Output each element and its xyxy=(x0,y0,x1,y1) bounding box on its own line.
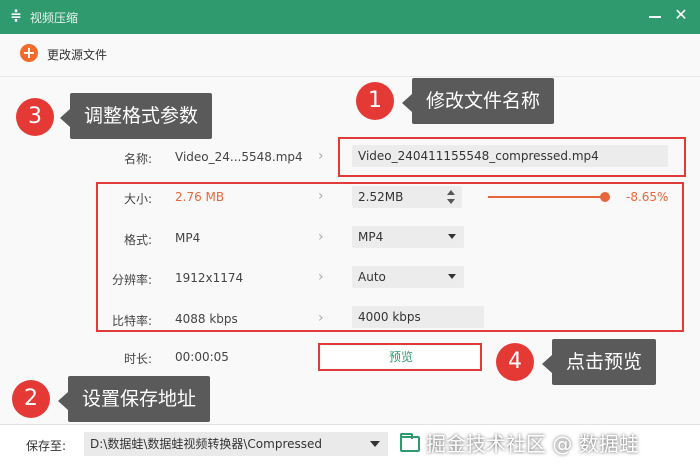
save-path-select[interactable]: D:\数据蛙\数据蛙视频转换器\Compressed xyxy=(84,432,388,456)
duration-value: 00:00:05 xyxy=(175,350,229,364)
chevron-right-icon: › xyxy=(318,148,324,164)
callout-rename: 修改文件名称 xyxy=(412,78,555,124)
highlight-format-params xyxy=(96,182,684,332)
save-to-label: 保存至: xyxy=(26,439,67,453)
minimize-icon[interactable] xyxy=(645,6,665,26)
duration-label: 时长: xyxy=(123,352,152,366)
step-badge-2: 2 xyxy=(12,380,50,418)
callout-save-path: 设置保存地址 xyxy=(68,376,211,422)
callout-arrow xyxy=(58,392,68,410)
highlight-preview-button xyxy=(318,343,482,371)
callout-arrow xyxy=(402,94,412,112)
highlight-name-field xyxy=(338,137,686,177)
title-bar: ≑ 视频压缩 ✕ xyxy=(0,0,700,34)
step-badge-3: 3 xyxy=(16,98,54,136)
step-badge-4: 4 xyxy=(496,343,534,381)
folder-icon[interactable] xyxy=(400,433,420,452)
callout-preview: 点击预览 xyxy=(552,339,657,385)
callout-adjust-params: 调整格式参数 xyxy=(70,93,213,139)
close-icon[interactable]: ✕ xyxy=(671,5,691,25)
watermark: 掘金技术社区 @ 数据蛙 xyxy=(426,432,639,456)
add-circle-icon[interactable]: + xyxy=(20,44,38,62)
app-logo-icon: ≑ xyxy=(10,8,22,24)
step-badge-1: 1 xyxy=(356,82,394,120)
chevron-down-icon[interactable] xyxy=(370,441,380,447)
source-name-value: Video_24...5548.mp4 xyxy=(175,150,303,164)
callout-arrow xyxy=(542,355,552,373)
change-source-button[interactable]: 更改源文件 xyxy=(47,46,107,63)
toolbar-divider xyxy=(0,76,700,77)
callout-arrow xyxy=(60,109,70,127)
window-title: 视频压缩 xyxy=(30,11,79,25)
name-label: 名称: xyxy=(123,152,152,166)
